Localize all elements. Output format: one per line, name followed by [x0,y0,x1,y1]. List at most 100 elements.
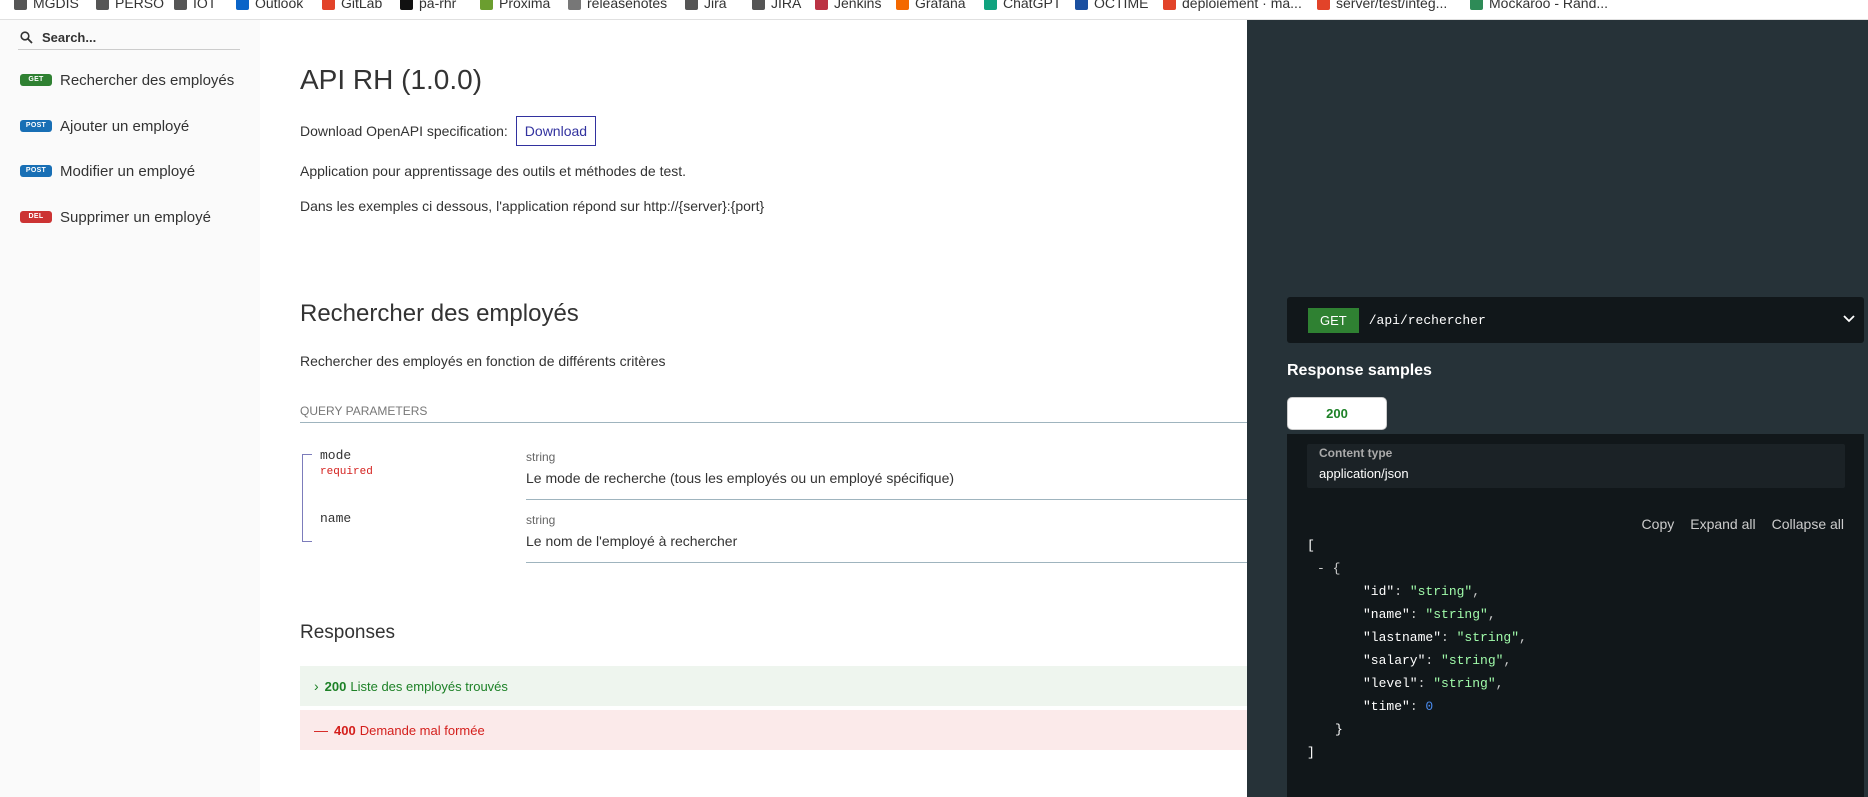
section-description: Rechercher des employés en fonction de d… [300,353,666,369]
response-code: 200 [324,678,347,694]
tab-200[interactable]: 200 [1287,397,1387,430]
json-value: "string" [1409,584,1473,599]
response-400[interactable]: — 400 Demande mal formée [300,710,1247,750]
post-badge: POST [20,165,52,177]
json-comma: , [1503,653,1512,668]
json-field: "name": "string", [1363,607,1496,622]
bookmark-item[interactable]: GitLab [322,0,382,12]
collapse-all-button[interactable]: Collapse all [1772,516,1844,532]
json-key: "level" [1363,676,1418,691]
param-tree-lines [300,452,312,544]
json-value: "string" [1433,676,1496,691]
sidebar: GET Rechercher des employés POST Ajouter… [0,20,260,797]
bookmark-icon [1075,0,1088,10]
param-description: Le mode de recherche (tous les employés … [526,470,955,486]
bookmark-icon [480,0,493,10]
bookmark-label: PERSO [115,0,165,11]
bookmark-item[interactable]: ChatGPT [984,0,1061,12]
copy-button[interactable]: Copy [1642,516,1675,532]
json-close-bracket: ] [1307,745,1315,760]
response-samples-title: Response samples [1287,362,1432,379]
expand-all-button[interactable]: Expand all [1690,516,1755,532]
sidebar-item-ajouter[interactable]: POST Ajouter un employé [20,112,189,140]
sample-box: Content type application/json Copy Expan… [1287,434,1864,797]
bookmark-label: server/test/integ... [1336,0,1448,11]
bookmark-item[interactable]: MGDIS [14,0,79,12]
json-field: "id": "string", [1363,584,1481,599]
json-comma: , [1495,676,1504,691]
endpoint-method: GET [1308,307,1359,333]
bookmark-item[interactable]: IOT [174,0,216,12]
download-row: Download OpenAPI specification: Download [300,116,597,146]
json-comma: , [1472,584,1481,599]
bookmark-item[interactable]: releasenotes [568,0,667,12]
bookmark-label: Outlook [255,0,304,11]
bookmark-icon [1163,0,1176,10]
bookmark-icon [96,0,109,10]
bookmark-label: JIRA [771,0,802,11]
bookmark-icon [896,0,909,10]
bookmark-label: Grafana [915,0,966,11]
search-box[interactable] [18,26,240,50]
sidebar-item-modifier[interactable]: POST Modifier un employé [20,157,195,185]
chevron-down-icon[interactable] [1842,312,1856,326]
sidebar-item-label: Rechercher des employés [60,71,235,89]
content-type-select[interactable]: Content type application/json [1307,444,1845,488]
bookmark-item[interactable]: Grafana [896,0,966,12]
query-parameters-header: QUERY PARAMETERS [300,404,1247,423]
bookmark-item[interactable]: déploiement · ma... [1163,0,1302,12]
bookmark-item[interactable]: Jira [685,0,727,12]
responses-title: Responses [300,622,396,643]
bookmark-label: Mockaroo - Rand... [1489,0,1609,11]
bookmark-label: OCTIME [1094,0,1149,11]
bookmark-icon [322,0,335,10]
download-button[interactable]: Download [515,116,597,146]
bookmark-icon [685,0,698,10]
bookmark-item[interactable]: Outlook [236,0,303,12]
bookmark-label: pa-rhr [419,0,457,11]
endpoint-bar[interactable]: GET /api/rechercher [1287,297,1864,343]
json-value: "string" [1441,653,1504,668]
param-name-mode: mode [320,448,352,463]
bookmark-icon [174,0,187,10]
bookmark-label: GitLab [341,0,383,11]
bookmark-label: ChatGPT [1003,0,1062,11]
bookmark-label: IOT [193,0,217,11]
json-value: "string" [1456,630,1520,645]
json-comma: , [1487,607,1496,622]
param-required: required [320,466,373,478]
bookmark-label: Proxima [499,0,551,11]
json-field: "level": "string", [1363,676,1504,691]
json-comma: , [1519,630,1527,645]
response-200[interactable]: › 200 Liste des employés trouvés [300,666,1247,706]
sidebar-item-supprimer[interactable]: DEL Supprimer un employé [20,203,211,231]
endpoint-path: /api/rechercher [1368,312,1486,328]
json-close-brace: } [1335,722,1343,737]
bookmarks-bar: MGDIS PERSO IOT Outlook GitLab pa-rhr Proxima r… [0,0,1868,20]
bookmark-item[interactable]: PERSO [96,0,164,12]
bookmark-item[interactable]: pa-rhr [400,0,456,12]
bookmark-item[interactable]: Jenkins [815,0,881,12]
sidebar-item-rechercher[interactable]: GET Rechercher des employés [20,66,234,94]
get-badge: GET [20,74,52,86]
delete-badge: DEL [20,211,52,223]
post-badge: POST [20,120,52,132]
bookmark-icon [815,0,828,10]
json-sample: [ - { "id": "string", "name": "string", "l… [1307,534,1527,764]
param-type: string [526,450,556,464]
json-field: "lastname": "string", [1363,630,1527,645]
param-name-name: name [320,511,352,526]
bookmark-item[interactable]: Mockaroo - Rand... [1470,0,1608,12]
sidebar-item-label: Modifier un employé [60,162,196,180]
bookmark-item[interactable]: JIRA [752,0,801,12]
bookmark-item[interactable]: OCTIME [1075,0,1148,12]
bookmark-icon [1317,0,1330,10]
bookmark-item[interactable]: server/test/integ... [1317,0,1447,12]
search-input[interactable] [42,30,232,45]
response-label: Demande mal formée [359,722,485,738]
json-collapse-toggle[interactable]: - { [1317,561,1340,576]
bookmark-item[interactable]: Proxima [480,0,550,12]
main-content: API RH (1.0.0) Download OpenAPI specific… [260,20,1247,797]
json-key: "salary" [1363,653,1426,668]
json-open-bracket: [ [1307,538,1315,553]
